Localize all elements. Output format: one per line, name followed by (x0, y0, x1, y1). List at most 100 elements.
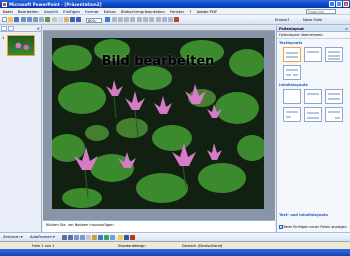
status-slide-count: Folie 1 von 1 (32, 244, 55, 248)
font-color-icon[interactable] (174, 17, 179, 22)
wordart-icon[interactable] (92, 235, 97, 240)
ruler (43, 26, 275, 31)
slide-canvas[interactable]: Bild bearbeiten (52, 38, 264, 209)
line-icon[interactable] (62, 235, 67, 240)
powerpoint-icon[interactable] (2, 1, 7, 7)
section-text-content-layouts: Text- und Inhaltslayouts (279, 212, 328, 217)
copy-icon[interactable] (58, 17, 63, 22)
menu-adobe-pdf[interactable]: Adobe PDF (194, 9, 220, 14)
font-icon[interactable] (112, 17, 117, 22)
rectangle-icon[interactable] (74, 235, 79, 240)
font-color-draw-icon[interactable] (130, 235, 135, 240)
autoshapes-button[interactable]: AutoFormen ▾ (30, 235, 55, 239)
apply-layout-label: Folienlayout übernehmen: (277, 32, 350, 39)
spelling-icon[interactable] (45, 17, 50, 22)
drawing-toolbar: Zeichnen ▾ AutoFormen ▾ (0, 232, 350, 241)
insert-picture-icon[interactable] (110, 235, 115, 240)
menu-file[interactable]: Datei (0, 9, 15, 14)
increase-font-icon[interactable] (168, 17, 173, 22)
align-left-icon[interactable] (137, 17, 142, 22)
permission-icon[interactable] (21, 17, 26, 22)
open-icon[interactable] (8, 17, 13, 22)
layout-title-slide[interactable] (283, 47, 301, 62)
redo-icon[interactable] (76, 17, 81, 22)
menu-bar: Datei Bearbeiten Ansicht Einfügen Format… (0, 8, 350, 19)
align-right-icon[interactable] (149, 17, 154, 22)
standard-toolbar: 60% Entwurf Neue Folie (0, 15, 350, 25)
layout-title-two-content[interactable] (325, 107, 343, 122)
window-title: Microsoft PowerPoint - [Präsentation2] (9, 1, 102, 7)
menu-edit[interactable]: Bearbeiten (15, 9, 41, 14)
layout-blank[interactable] (283, 89, 301, 104)
status-language: Deutsch (Deutschland) (182, 244, 223, 248)
notes-placeholder: Klicken Sie, um Notizen hinzuzufügen (46, 223, 114, 227)
layout-two-content[interactable] (283, 107, 301, 122)
status-bar: Folie 1 von 1 Standarddesign Deutsch (De… (0, 241, 350, 249)
tab-slides[interactable] (8, 26, 14, 31)
clipart-icon[interactable] (104, 235, 109, 240)
slide-editor: Bild bearbeiten (43, 26, 275, 220)
layout-title-content[interactable] (325, 89, 343, 104)
arrow-icon[interactable] (68, 235, 73, 240)
windows-taskbar (0, 249, 350, 256)
slides-pane-tabs: × (0, 26, 41, 32)
section-content-layouts: Inhaltslayouts (279, 82, 308, 87)
line-color-icon[interactable] (124, 235, 129, 240)
zoom-select[interactable]: 60% (86, 17, 102, 23)
close-button[interactable]: × (343, 1, 349, 7)
show-on-insert-option[interactable]: ✓ Beim Einfügen neuer Folien anzeigen (279, 225, 347, 229)
title-bar: Microsoft PowerPoint - [Präsentation2] _… (0, 0, 350, 8)
menu-tools[interactable]: Extras (101, 9, 118, 14)
italic-icon[interactable] (124, 17, 129, 22)
bullets-icon[interactable] (156, 17, 161, 22)
menu-help[interactable]: ? (187, 9, 194, 14)
print-icon[interactable] (33, 17, 38, 22)
oval-icon[interactable] (80, 235, 85, 240)
show-on-insert-checkbox[interactable]: ✓ (279, 225, 283, 229)
new-slide-button[interactable]: Neue Folie (303, 18, 322, 23)
design-button[interactable]: Entwurf (275, 18, 289, 23)
layout-four-content[interactable] (304, 107, 322, 122)
paste-icon[interactable] (64, 17, 69, 22)
show-on-insert-label: Beim Einfügen neuer Folien anzeigen (283, 225, 347, 229)
notes-pane[interactable]: Klicken Sie, um Notizen hinzuzufügen (43, 220, 275, 232)
close-icon[interactable]: × (345, 27, 348, 31)
menu-format[interactable]: Format (83, 9, 102, 14)
menu-window[interactable]: Fenster (167, 9, 186, 14)
layout-content[interactable] (304, 89, 322, 104)
slide-number: 1 (2, 36, 5, 40)
task-pane-title[interactable]: Folienlayout (277, 27, 304, 31)
menu-view[interactable]: Ansicht (41, 9, 60, 14)
slide-title[interactable]: Bild bearbeiten (52, 54, 264, 69)
layout-title-only[interactable] (304, 47, 322, 62)
textbox-icon[interactable] (86, 235, 91, 240)
tab-outline[interactable] (1, 26, 7, 31)
help-icon[interactable] (105, 17, 110, 22)
close-icon[interactable]: × (37, 26, 40, 31)
section-text-layouts: Textlayouts (279, 40, 303, 45)
new-icon[interactable] (2, 17, 7, 22)
align-center-icon[interactable] (143, 17, 148, 22)
text-layout-grid (277, 46, 350, 81)
maximize-button[interactable]: □ (336, 1, 342, 7)
undo-icon[interactable] (70, 17, 75, 22)
task-pane: Folienlayout × Folienlayout übernehmen: … (276, 26, 350, 232)
bold-icon[interactable] (118, 17, 123, 22)
numbering-icon[interactable] (162, 17, 167, 22)
menu-slideshow[interactable]: Bildschirmpräsentation (118, 9, 167, 14)
underline-icon[interactable] (130, 17, 135, 22)
save-icon[interactable] (14, 17, 19, 22)
help-search-input[interactable]: Frage hier eingeben (306, 9, 336, 19)
fill-color-icon[interactable] (118, 235, 123, 240)
print-preview-icon[interactable] (39, 17, 44, 22)
layout-title-text[interactable] (325, 47, 343, 62)
menu-insert[interactable]: Einfügen (61, 9, 83, 14)
diagram-icon[interactable] (98, 235, 103, 240)
status-design: Standarddesign (118, 244, 146, 248)
email-icon[interactable] (27, 17, 32, 22)
cut-icon[interactable] (52, 17, 57, 22)
draw-menu-button[interactable]: Zeichnen ▾ (3, 235, 23, 239)
layout-two-columns[interactable] (283, 65, 301, 80)
minimize-button[interactable]: _ (329, 1, 335, 7)
slide-thumbnail[interactable] (7, 35, 35, 56)
